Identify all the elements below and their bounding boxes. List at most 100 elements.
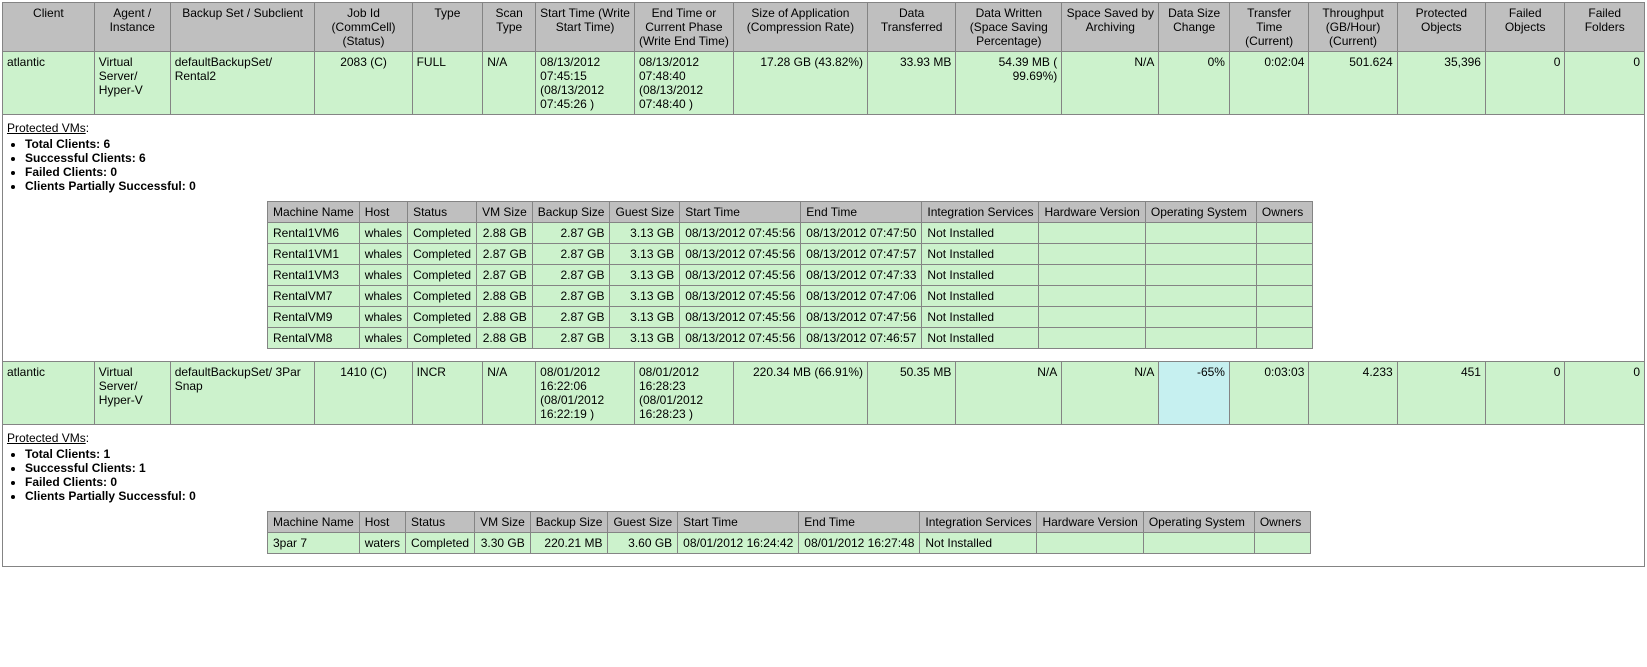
vm-col-header: Integration Services (922, 202, 1039, 223)
vm-cell-guestsize: 3.13 GB (610, 265, 680, 286)
table-header-row: ClientAgent / InstanceBackup Set / Subcl… (3, 3, 1645, 52)
vm-col-header: Host (359, 202, 407, 223)
summary-line: Clients Partially Successful: 0 (25, 179, 1640, 193)
vm-cell-hw (1039, 223, 1145, 244)
vm-row: Rental1VM3whalesCompleted2.87 GB2.87 GB3… (268, 265, 1313, 286)
vm-row: Rental1VM6whalesCompleted2.88 GB2.87 GB3… (268, 223, 1313, 244)
summary-line: Successful Clients: 1 (25, 461, 1640, 475)
col-header: End Time or Current Phase (Write End Tim… (635, 3, 734, 52)
vm-cell-hw (1039, 244, 1145, 265)
vm-cell-os (1143, 533, 1254, 554)
summary-list: Total Clients: 1Successful Clients: 1Fai… (25, 447, 1640, 503)
vm-cell-end: 08/13/2012 07:46:57 (801, 328, 922, 349)
vm-cell-vmsize: 2.88 GB (477, 286, 533, 307)
vm-cell-host: whales (359, 286, 407, 307)
vm-table: Machine NameHostStatusVM SizeBackup Size… (267, 201, 1313, 349)
protected-vms-title: Protected VMs (7, 121, 86, 135)
vm-cell-host: whales (359, 328, 407, 349)
cell-transferred: 33.93 MB (868, 52, 956, 115)
vm-cell-name: RentalVM9 (268, 307, 360, 328)
vm-col-header: Operating System (1143, 512, 1254, 533)
summary-line: Failed Clients: 0 (25, 165, 1640, 179)
cell-start: 08/01/2012 16:22:06 (08/01/2012 16:22:19… (536, 362, 635, 425)
cell-failedobj: 0 (1485, 362, 1564, 425)
vm-cell-int: Not Installed (922, 265, 1039, 286)
cell-type: FULL (412, 52, 483, 115)
vm-cell-hw (1039, 265, 1145, 286)
vm-cell-os (1145, 328, 1256, 349)
summary-list: Total Clients: 6Successful Clients: 6Fai… (25, 137, 1640, 193)
vm-cell-backupsize: 220.21 MB (530, 533, 608, 554)
cell-protected: 451 (1397, 362, 1485, 425)
vm-col-header: Host (359, 512, 405, 533)
vm-col-header: Operating System (1145, 202, 1256, 223)
vm-cell-status: Completed (408, 223, 477, 244)
summary-line: Clients Partially Successful: 0 (25, 489, 1640, 503)
vm-cell-start: 08/13/2012 07:45:56 (680, 223, 801, 244)
col-header: Protected Objects (1397, 3, 1485, 52)
vm-col-header: Guest Size (608, 512, 678, 533)
job-detail-cell: Protected VMs:Total Clients: 1Successful… (3, 425, 1645, 567)
vm-col-header: Status (406, 512, 475, 533)
cell-transferred: 50.35 MB (868, 362, 956, 425)
vm-cell-host: whales (359, 307, 407, 328)
summary-line: Total Clients: 1 (25, 447, 1640, 461)
vm-col-header: Status (408, 202, 477, 223)
vm-col-header: End Time (799, 512, 920, 533)
cell-spacesaved: N/A (1062, 52, 1159, 115)
vm-cell-host: waters (359, 533, 405, 554)
vm-cell-name: Rental1VM1 (268, 244, 360, 265)
vm-cell-host: whales (359, 265, 407, 286)
vm-cell-status: Completed (408, 307, 477, 328)
vm-cell-os (1145, 307, 1256, 328)
vm-cell-own (1256, 286, 1312, 307)
col-header: Client (3, 3, 95, 52)
vm-col-header: Guest Size (610, 202, 680, 223)
cell-spacesaved: N/A (1062, 362, 1159, 425)
vm-cell-vmsize: 2.87 GB (477, 244, 533, 265)
job-detail-row: Protected VMs:Total Clients: 1Successful… (3, 425, 1645, 567)
vm-cell-status: Completed (408, 244, 477, 265)
vm-cell-status: Completed (408, 328, 477, 349)
vm-col-header: Hardware Version (1037, 512, 1143, 533)
cell-scantype: N/A (483, 52, 536, 115)
vm-col-header: Hardware Version (1039, 202, 1145, 223)
col-header: Size of Application (Compression Rate) (733, 3, 867, 52)
vm-col-header: Owners (1256, 202, 1312, 223)
vm-cell-backupsize: 2.87 GB (532, 223, 610, 244)
vm-cell-int: Not Installed (922, 328, 1039, 349)
job-row: atlanticVirtual Server/ Hyper-VdefaultBa… (3, 52, 1645, 115)
protected-vms-title: Protected VMs (7, 431, 86, 445)
vm-cell-os (1145, 286, 1256, 307)
vm-row: RentalVM9whalesCompleted2.88 GB2.87 GB3.… (268, 307, 1313, 328)
summary-line: Successful Clients: 6 (25, 151, 1640, 165)
vm-cell-status: Completed (408, 286, 477, 307)
vm-col-header: Machine Name (268, 512, 360, 533)
cell-size: 220.34 MB (66.91%) (733, 362, 867, 425)
vm-cell-backupsize: 2.87 GB (532, 286, 610, 307)
cell-failedobj: 0 (1485, 52, 1564, 115)
vm-cell-name: RentalVM7 (268, 286, 360, 307)
vm-col-header: Machine Name (268, 202, 360, 223)
vm-col-header: VM Size (475, 512, 531, 533)
job-detail-row: Protected VMs:Total Clients: 6Successful… (3, 115, 1645, 362)
vm-row: Rental1VM1whalesCompleted2.87 GB2.87 GB3… (268, 244, 1313, 265)
vm-row: RentalVM8whalesCompleted2.88 GB2.87 GB3.… (268, 328, 1313, 349)
vm-cell-name: Rental1VM6 (268, 223, 360, 244)
col-header: Type (412, 3, 483, 52)
vm-cell-start: 08/13/2012 07:45:56 (680, 328, 801, 349)
cell-start: 08/13/2012 07:45:15 (08/13/2012 07:45:26… (536, 52, 635, 115)
col-header: Scan Type (483, 3, 536, 52)
vm-cell-vmsize: 2.88 GB (477, 307, 533, 328)
cell-jobid: 1410 (C) (315, 362, 412, 425)
vm-cell-guestsize: 3.60 GB (608, 533, 678, 554)
vm-cell-name: RentalVM8 (268, 328, 360, 349)
vm-col-header: Backup Size (530, 512, 608, 533)
cell-client: atlantic (3, 362, 95, 425)
col-header: Start Time (Write Start Time) (536, 3, 635, 52)
cell-agent: Virtual Server/ Hyper-V (94, 362, 170, 425)
vm-cell-int: Not Installed (922, 307, 1039, 328)
vm-cell-status: Completed (406, 533, 475, 554)
col-header: Agent / Instance (94, 3, 170, 52)
vm-cell-hw (1039, 328, 1145, 349)
